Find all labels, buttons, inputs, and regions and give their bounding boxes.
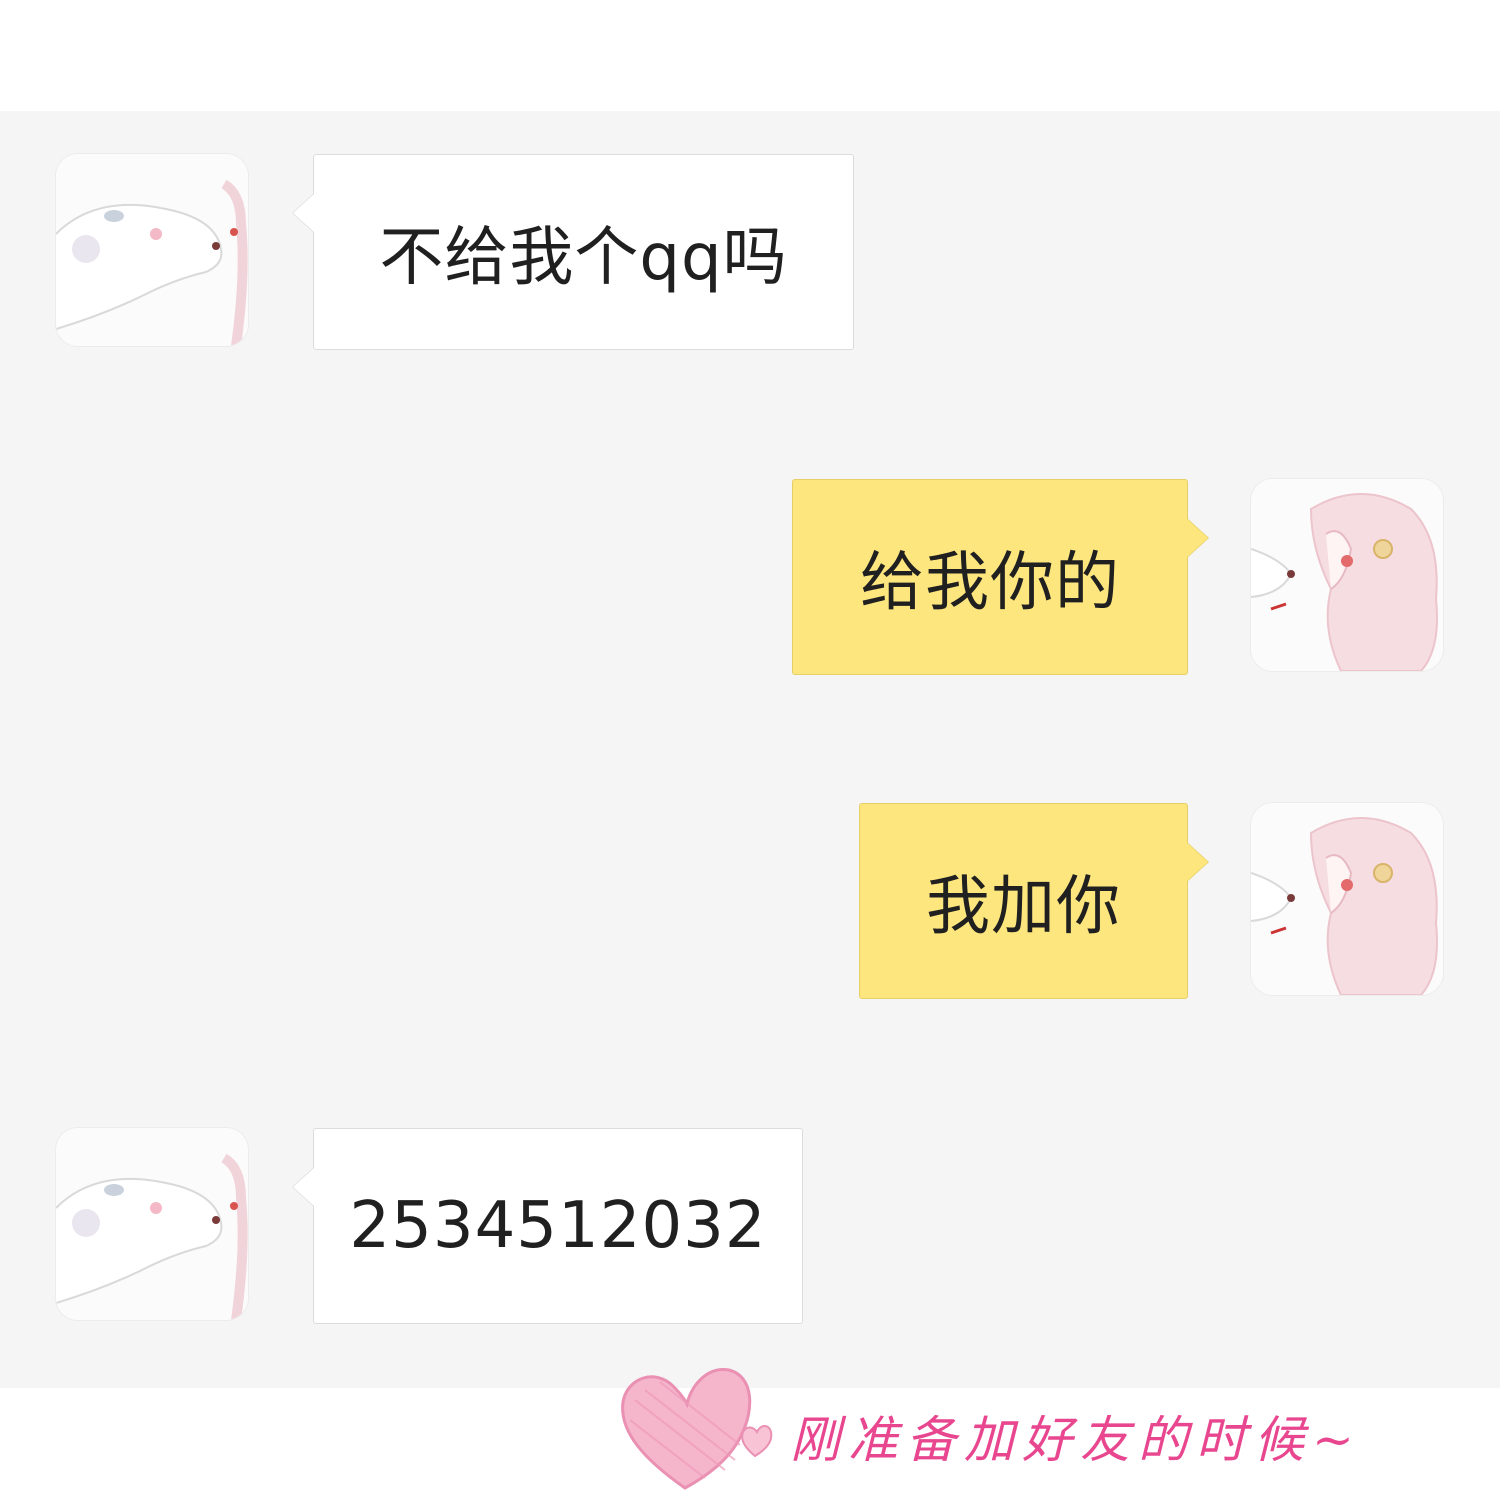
message-bubble-outgoing[interactable]: 我加你	[859, 803, 1208, 999]
message-bubble-incoming[interactable]: 不给我个qq吗	[293, 154, 854, 350]
self-avatar-icon[interactable]	[1251, 479, 1443, 671]
message-text: 2534512032	[349, 1189, 767, 1263]
bubble-tail	[1186, 518, 1208, 558]
message-text: 不给我个qq吗	[379, 221, 788, 295]
message-text: 我加你	[926, 870, 1121, 944]
message-bubble-incoming[interactable]: 2534512032	[293, 1128, 803, 1324]
contact-avatar-icon[interactable]	[56, 154, 248, 346]
bubble-tail	[1186, 842, 1208, 882]
contact-avatar-icon[interactable]	[56, 1128, 248, 1320]
screenshot-page: 不给我个qq吗 给我你的 我加你 2534512032 刚准备加好友的时候~	[0, 0, 1500, 1500]
heart-icon	[615, 1360, 790, 1500]
self-avatar-icon[interactable]	[1251, 803, 1443, 995]
bubble-tail	[293, 193, 315, 233]
bubble-tail	[293, 1167, 315, 1207]
chat-area: 不给我个qq吗 给我你的 我加你 2534512032	[0, 111, 1500, 1388]
message-bubble-outgoing[interactable]: 给我你的	[792, 479, 1208, 675]
caption-text: 刚准备加好友的时候~	[790, 1411, 1362, 1469]
message-text: 给我你的	[860, 546, 1120, 620]
